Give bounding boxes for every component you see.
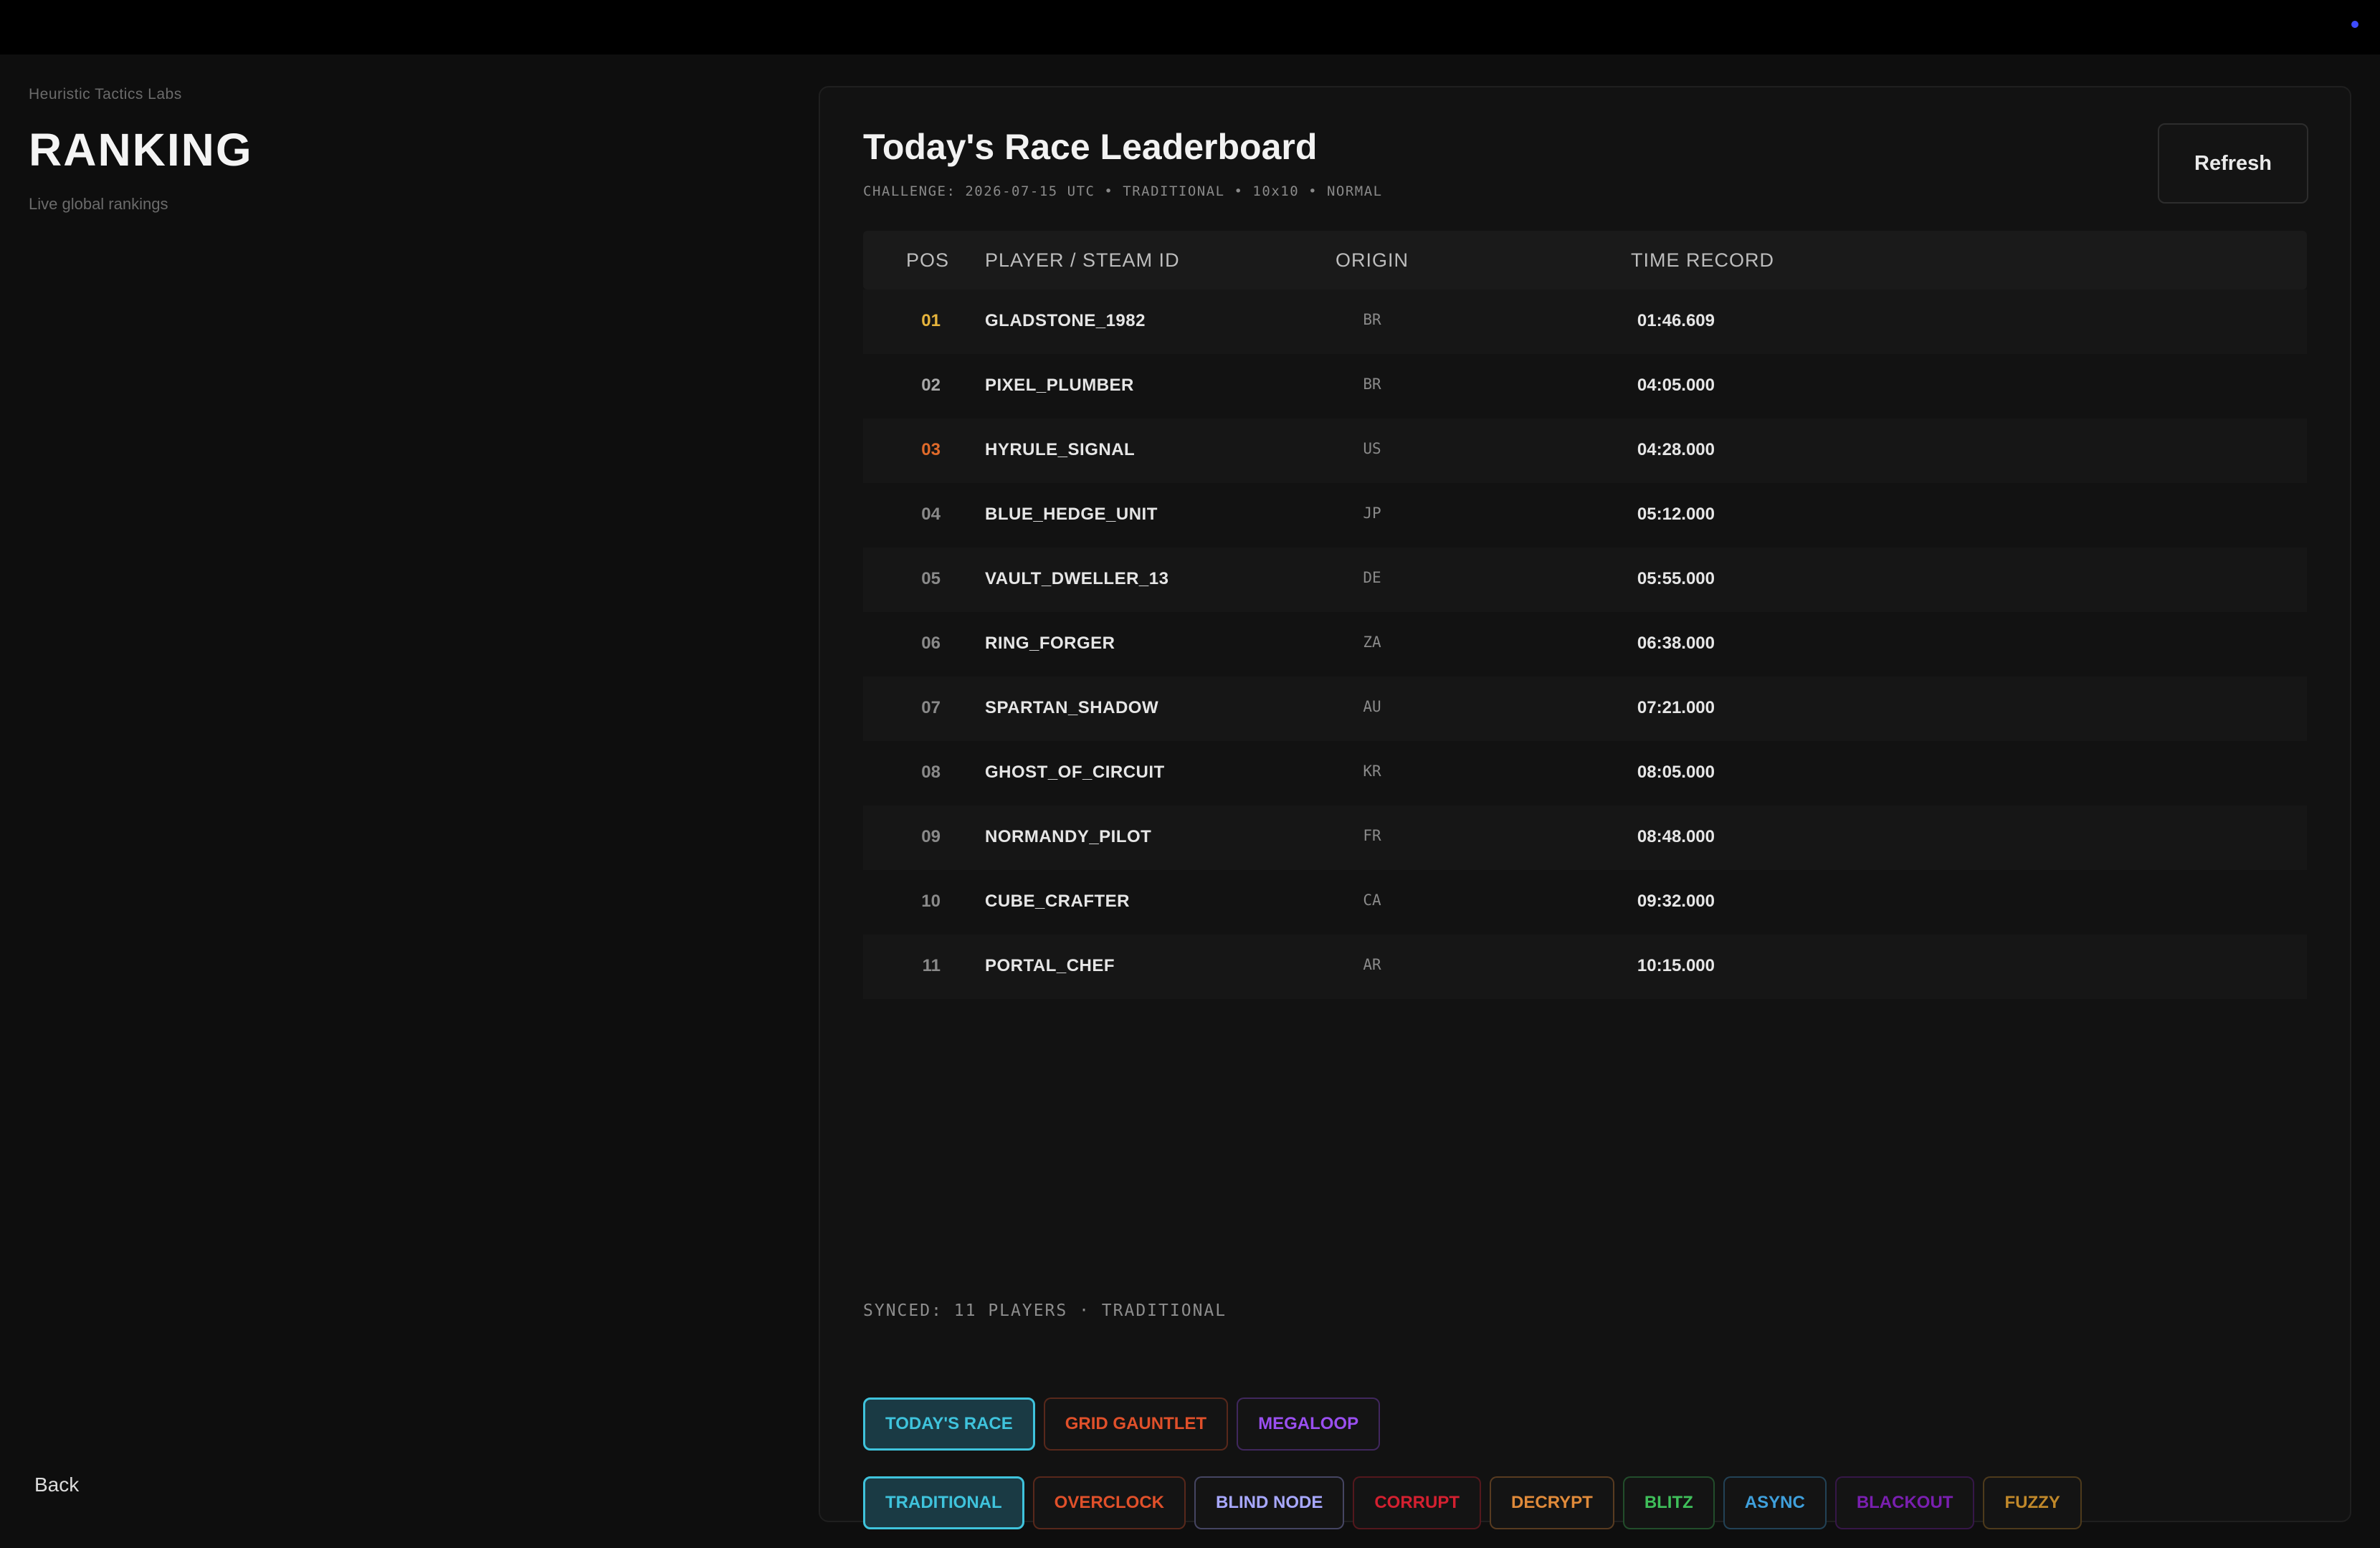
column-header-pos: POS xyxy=(905,249,949,271)
table-row: 06 RING_FORGER ZA 06:38.000 xyxy=(863,612,2307,677)
leaderboard-title: Today's Race Leaderboard xyxy=(863,127,1318,167)
row-player: HYRULE_SIGNAL xyxy=(985,440,1136,459)
row-pos: 04 xyxy=(921,505,941,524)
variant-tab-blind-node[interactable]: BLIND NODE xyxy=(1194,1476,1345,1529)
table-row: 10 CUBE_CRAFTER CA 09:32.000 xyxy=(863,870,2307,935)
row-time: 04:28.000 xyxy=(1637,440,1715,459)
row-origin: AR xyxy=(1363,956,1381,973)
challenge-meta: CHALLENGE: 2026-07-15 UTC • TRADITIONAL … xyxy=(863,183,1383,199)
refresh-button[interactable]: Refresh xyxy=(2158,123,2308,204)
row-pos: 08 xyxy=(921,763,941,782)
table-row: 01 GLADSTONE_1982 BR 01:46.609 xyxy=(863,290,2307,354)
row-time: 08:05.000 xyxy=(1637,763,1715,782)
table-row: 04 BLUE_HEDGE_UNIT JP 05:12.000 xyxy=(863,483,2307,548)
table-row: 09 NORMANDY_PILOT FR 08:48.000 xyxy=(863,806,2307,870)
row-player: GLADSTONE_1982 xyxy=(985,311,1146,330)
row-origin: BR xyxy=(1363,311,1381,328)
row-player: NORMANDY_PILOT xyxy=(985,827,1152,846)
table-row: 03 HYRULE_SIGNAL US 04:28.000 xyxy=(863,419,2307,483)
row-origin: KR xyxy=(1363,763,1381,780)
row-player: PORTAL_CHEF xyxy=(985,956,1115,975)
row-origin: ZA xyxy=(1363,634,1381,651)
row-time: 09:32.000 xyxy=(1637,892,1715,911)
variant-tabs: TRADITIONAL OVERCLOCK BLIND NODE CORRUPT DEC… xyxy=(863,1476,2082,1529)
row-pos: 01 xyxy=(921,311,941,330)
row-pos: 02 xyxy=(921,376,941,395)
row-pos: 11 xyxy=(922,956,941,975)
row-pos: 03 xyxy=(921,440,941,459)
row-time: 01:46.609 xyxy=(1637,311,1715,330)
row-time: 06:38.000 xyxy=(1637,634,1715,653)
table-header: POS PLAYER / STEAM ID ORIGIN TIME RECORD xyxy=(863,231,2307,290)
row-pos: 09 xyxy=(921,827,941,846)
variant-tab-async[interactable]: ASYNC xyxy=(1723,1476,1827,1529)
table-row: 02 PIXEL_PLUMBER BR 04:05.000 xyxy=(863,354,2307,419)
status-indicator-dot xyxy=(2351,21,2358,28)
mode-tabs: TODAY'S RACE GRID GAUNTLET MEGALOOP xyxy=(863,1398,1381,1451)
row-time: 10:15.000 xyxy=(1637,956,1715,975)
variant-tab-overclock[interactable]: OVERCLOCK xyxy=(1032,1476,1186,1529)
leaderboard-table: POS PLAYER / STEAM ID ORIGIN TIME RECORD… xyxy=(863,231,2307,999)
row-player: GHOST_OF_CIRCUIT xyxy=(985,763,1165,782)
back-button[interactable]: Back xyxy=(34,1473,79,1496)
table-row: 05 VAULT_DWELLER_13 DE 05:55.000 xyxy=(863,548,2307,612)
column-header-origin: ORIGIN xyxy=(1335,249,1409,271)
row-origin: CA xyxy=(1363,892,1381,909)
row-time: 04:05.000 xyxy=(1637,376,1715,395)
row-player: BLUE_HEDGE_UNIT xyxy=(985,505,1158,524)
page-subtitle: Live global rankings xyxy=(29,195,168,213)
row-origin: US xyxy=(1363,440,1381,457)
column-header-time: TIME RECORD xyxy=(1631,249,1774,271)
variant-tab-traditional[interactable]: TRADITIONAL xyxy=(863,1476,1024,1529)
tab-today-s-race[interactable]: TODAY'S RACE xyxy=(863,1398,1035,1451)
row-pos: 06 xyxy=(921,634,941,653)
row-origin: DE xyxy=(1363,569,1381,586)
tab-megaloop[interactable]: MEGALOOP xyxy=(1237,1398,1381,1451)
row-time: 07:21.000 xyxy=(1637,698,1715,717)
leaderboard-panel: Today's Race Leaderboard CHALLENGE: 2026… xyxy=(819,86,2351,1529)
variant-tab-decrypt[interactable]: DECRYPT xyxy=(1490,1476,1614,1529)
column-header-player: PLAYER / STEAM ID xyxy=(985,249,1180,271)
row-pos: 05 xyxy=(921,569,941,588)
org-name: Heuristic Tactics Labs xyxy=(29,86,182,102)
top-bar xyxy=(0,0,2380,54)
row-origin: JP xyxy=(1363,505,1381,522)
row-origin: AU xyxy=(1363,698,1381,715)
table-body: 01 GLADSTONE_1982 BR 01:46.609 02 PIXEL_PLUMB… xyxy=(863,290,2307,999)
app-body: Heuristic Tactics Labs RANKING Live glob… xyxy=(0,54,2380,1548)
variant-tab-corrupt[interactable]: CORRUPT xyxy=(1353,1476,1482,1529)
variant-tab-blitz[interactable]: BLITZ xyxy=(1622,1476,1715,1529)
row-player: CUBE_CRAFTER xyxy=(985,892,1130,911)
row-pos: 07 xyxy=(921,698,941,717)
row-time: 05:12.000 xyxy=(1637,505,1715,524)
row-player: PIXEL_PLUMBER xyxy=(985,376,1134,395)
table-row: 11 PORTAL_CHEF AR 10:15.000 xyxy=(863,935,2307,999)
row-time: 05:55.000 xyxy=(1637,569,1715,588)
tab-grid-gauntlet[interactable]: GRID GAUNTLET xyxy=(1043,1398,1229,1451)
row-player: RING_FORGER xyxy=(985,634,1115,653)
left-column: Heuristic Tactics Labs RANKING Live glob… xyxy=(29,54,789,1548)
variant-tab-fuzzy[interactable]: FUZZY xyxy=(1983,1476,2082,1529)
page-title: RANKING xyxy=(29,124,253,176)
row-time: 08:48.000 xyxy=(1637,827,1715,846)
table-row: 07 SPARTAN_SHADOW AU 07:21.000 xyxy=(863,677,2307,741)
variant-tab-blackout[interactable]: BLACKOUT xyxy=(1834,1476,1975,1529)
sync-status: SYNCED: 11 PLAYERS · TRADITIONAL xyxy=(863,1301,1227,1320)
row-origin: BR xyxy=(1363,376,1381,393)
table-row: 08 GHOST_OF_CIRCUIT KR 08:05.000 xyxy=(863,741,2307,806)
row-origin: FR xyxy=(1363,827,1381,844)
row-player: VAULT_DWELLER_13 xyxy=(985,569,1169,588)
row-pos: 10 xyxy=(921,892,941,911)
row-player: SPARTAN_SHADOW xyxy=(985,698,1159,717)
